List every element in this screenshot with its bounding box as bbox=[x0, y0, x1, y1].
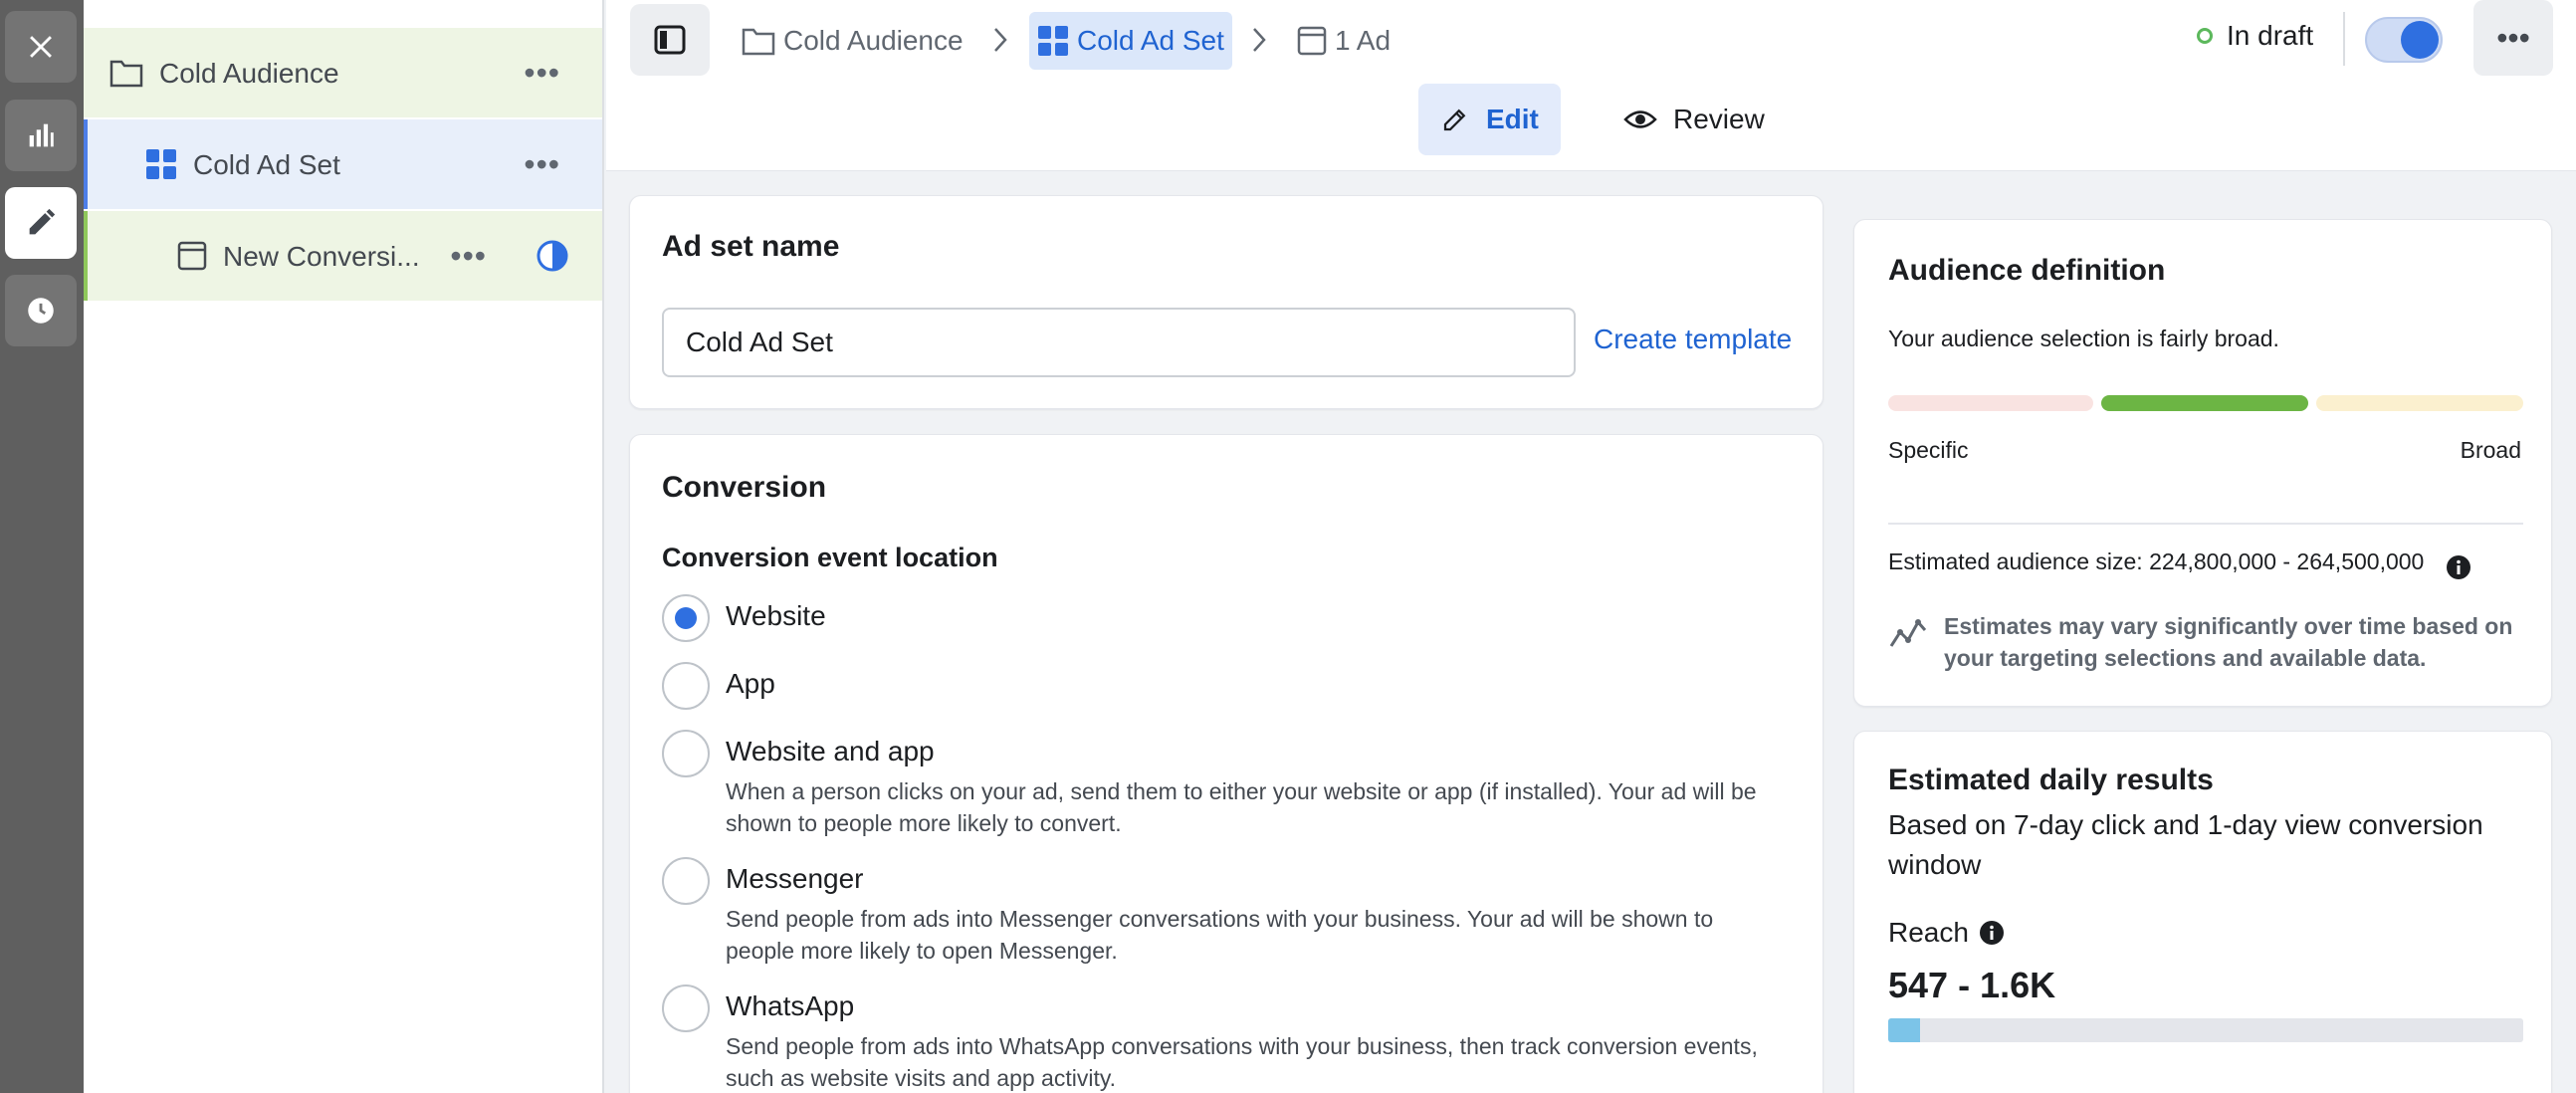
option-description: When a person clicks on your ad, send th… bbox=[726, 778, 1757, 836]
meter-label-specific: Specific bbox=[1888, 437, 1969, 463]
more-options-icon[interactable]: ••• bbox=[524, 148, 560, 180]
info-icon[interactable] bbox=[2446, 554, 2471, 580]
close-button[interactable] bbox=[5, 11, 77, 83]
meter-label-broad: Broad bbox=[2460, 437, 2521, 463]
more-options-icon[interactable]: ••• bbox=[524, 57, 560, 89]
adset-name-card: Ad set name Cold Ad Set Create template bbox=[629, 195, 1824, 409]
side-panel-icon bbox=[654, 25, 686, 55]
card-title: Ad set name bbox=[662, 230, 840, 263]
tree-item-label: New Conversi... bbox=[223, 241, 420, 272]
radio-button[interactable] bbox=[662, 730, 710, 777]
folder-icon bbox=[742, 28, 775, 56]
option-label: WhatsApp bbox=[726, 990, 855, 1021]
history-button[interactable] bbox=[5, 275, 77, 346]
meter-segment-specific bbox=[1888, 395, 2093, 411]
trend-line-icon bbox=[1889, 619, 1927, 647]
option-description: Send people from ads into WhatsApp conve… bbox=[726, 1033, 1758, 1091]
toggle-panel-button[interactable] bbox=[630, 4, 710, 76]
radio-button[interactable] bbox=[662, 662, 710, 710]
ad-frame-icon bbox=[177, 241, 207, 271]
daily-results-subtitle: Based on 7-day click and 1-day view conv… bbox=[1888, 809, 2483, 880]
reach-label-row: Reach bbox=[1888, 917, 2005, 949]
status-dot-icon bbox=[2197, 28, 2213, 44]
info-icon[interactable] bbox=[1979, 920, 2005, 946]
daily-results-card: Estimated daily results Based on 7-day c… bbox=[1853, 731, 2552, 1093]
grid-icon bbox=[146, 149, 176, 179]
close-icon bbox=[30, 36, 52, 58]
create-template-link[interactable]: Create template bbox=[1594, 324, 1792, 355]
input-value: Cold Ad Set bbox=[686, 327, 833, 357]
option-label: Website bbox=[726, 600, 826, 631]
audience-summary: Your audience selection is fairly broad. bbox=[1888, 326, 2279, 351]
audience-size: Estimated audience size: 224,800,000 - 2… bbox=[1888, 548, 2424, 575]
tab-edit[interactable]: Edit bbox=[1418, 84, 1561, 155]
audience-size-label: Estimated audience size: bbox=[1888, 548, 2143, 574]
eye-icon bbox=[1623, 110, 1657, 128]
tab-review[interactable]: Review bbox=[1602, 84, 1787, 155]
estimate-note: Estimates may vary significantly over ti… bbox=[1944, 613, 2513, 671]
divider bbox=[1888, 523, 2523, 525]
breadcrumb-adset[interactable]: Cold Ad Set bbox=[1029, 12, 1232, 70]
option-label: Messenger bbox=[726, 863, 864, 894]
audience-definition-card: Audience definition Your audience select… bbox=[1853, 219, 2552, 707]
conversion-card: Conversion Conversion event location Web… bbox=[629, 434, 1824, 1093]
chevron-right-icon bbox=[1253, 28, 1266, 52]
card-title: Conversion bbox=[662, 471, 827, 504]
reach-label: Reach bbox=[1888, 917, 1969, 948]
chevron-right-icon bbox=[994, 28, 1007, 52]
pencil-icon bbox=[1443, 109, 1466, 131]
tree-item-campaign[interactable]: Cold Audience ••• bbox=[84, 28, 602, 117]
edit-mode-button[interactable] bbox=[5, 187, 77, 259]
more-actions-button[interactable]: ••• bbox=[2473, 0, 2553, 76]
option-label: App bbox=[726, 668, 775, 699]
structure-tree: Cold Audience ••• Cold Ad Set ••• New Co… bbox=[84, 0, 604, 1093]
option-description: Send people from ads into Messenger conv… bbox=[726, 906, 1714, 964]
meter-segment-middle bbox=[2101, 395, 2308, 411]
card-title: Audience definition bbox=[1888, 254, 2166, 287]
grid-icon bbox=[1038, 26, 1068, 56]
breadcrumb-ad[interactable]: 1 Ad bbox=[1297, 12, 1391, 70]
tree-item-adset[interactable]: Cold Ad Set ••• bbox=[84, 119, 602, 209]
more-options-icon: ••• bbox=[2496, 19, 2530, 56]
tree-item-label: Cold Audience bbox=[159, 58, 339, 89]
toggle-knob bbox=[2401, 21, 2439, 59]
clock-icon bbox=[28, 298, 54, 324]
reach-bar bbox=[1888, 1018, 2523, 1042]
status-badge: In draft bbox=[2197, 20, 2313, 52]
half-circle-icon bbox=[537, 240, 568, 272]
top-bar: Cold Audience Cold Ad Set 1 Ad In draft … bbox=[606, 0, 2576, 171]
conversion-location-label: Conversion event location bbox=[662, 543, 998, 572]
breadcrumb-campaign[interactable]: Cold Audience bbox=[742, 12, 964, 70]
pencil-icon bbox=[29, 208, 56, 235]
breadcrumb-label: Cold Audience bbox=[783, 25, 964, 56]
divider bbox=[2343, 12, 2345, 66]
card-title: Estimated daily results bbox=[1888, 764, 2214, 796]
tab-label: Review bbox=[1673, 104, 1765, 134]
folder-icon bbox=[109, 60, 143, 88]
status-label: In draft bbox=[2227, 20, 2314, 51]
breadcrumb-label: Cold Ad Set bbox=[1077, 25, 1224, 56]
tree-item-ad[interactable]: New Conversi... ••• bbox=[84, 211, 602, 301]
reach-bar-fill bbox=[1888, 1018, 1920, 1042]
reach-value: 547 - 1.6K bbox=[1888, 965, 2056, 1005]
meter-segment-broad bbox=[2316, 395, 2523, 411]
radio-button[interactable] bbox=[662, 984, 710, 1032]
audience-size-value: 224,800,000 - 264,500,000 bbox=[2149, 548, 2425, 574]
radio-button[interactable] bbox=[662, 857, 710, 905]
radio-button[interactable] bbox=[662, 594, 710, 642]
option-label: Website and app bbox=[726, 736, 935, 766]
tab-label: Edit bbox=[1486, 104, 1539, 134]
adset-name-input[interactable]: Cold Ad Set bbox=[662, 308, 1576, 377]
bar-chart-icon bbox=[29, 123, 54, 147]
active-toggle[interactable] bbox=[2365, 17, 2443, 63]
breadcrumb-label: 1 Ad bbox=[1335, 25, 1392, 56]
reports-button[interactable] bbox=[5, 100, 77, 171]
left-rail bbox=[0, 0, 84, 1093]
ad-frame-icon bbox=[1297, 26, 1327, 56]
more-options-icon[interactable]: ••• bbox=[450, 240, 487, 272]
tree-item-label: Cold Ad Set bbox=[193, 149, 340, 180]
